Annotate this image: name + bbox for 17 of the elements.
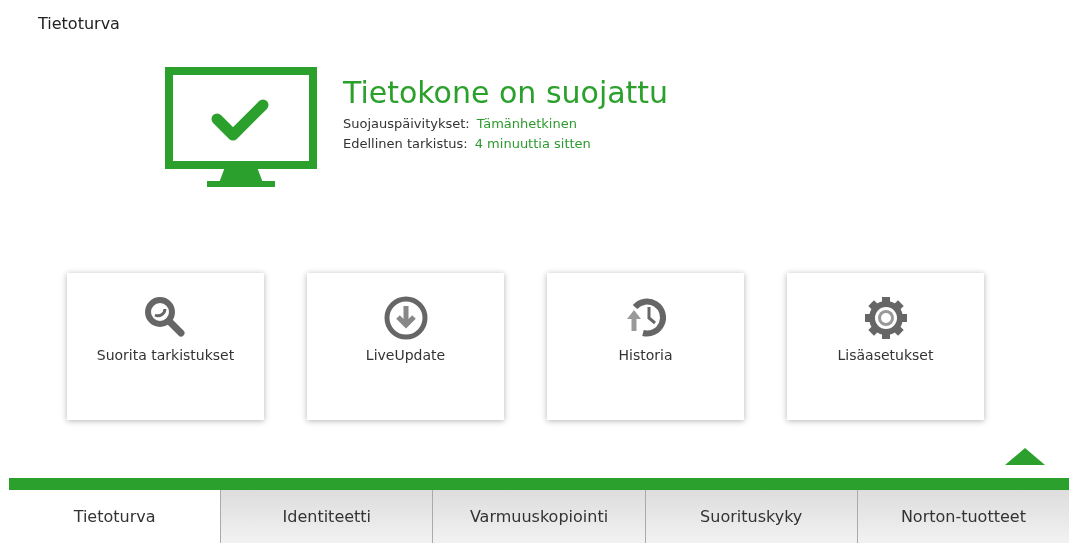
- gear-icon: [862, 295, 909, 341]
- action-card[interactable]: Historia: [547, 273, 744, 420]
- download-icon: [382, 295, 429, 341]
- status-title: Tietokone on suojattu: [343, 75, 669, 110]
- action-card[interactable]: Suorita tarkistukset: [67, 273, 264, 420]
- tab[interactable]: Norton-tuotteet: [856, 490, 1069, 543]
- detail-value: 4 minuuttia sitten: [474, 135, 591, 153]
- detail-value: Tämänhetkinen: [476, 115, 577, 133]
- action-card[interactable]: Lisäasetukset: [787, 273, 984, 420]
- tab[interactable]: Varmuuskopiointi: [432, 490, 645, 543]
- tab[interactable]: Suorituskyky: [644, 490, 857, 543]
- action-card[interactable]: LiveUpdate: [307, 273, 504, 420]
- section-title: Tietoturva: [38, 14, 120, 33]
- tab[interactable]: Identiteetti: [220, 490, 433, 543]
- collapse-arrow-icon[interactable]: [1005, 448, 1045, 465]
- detail-label: Suojauspäivitykset:: [343, 115, 470, 133]
- detail-label: Edellinen tarkistus:: [343, 135, 468, 153]
